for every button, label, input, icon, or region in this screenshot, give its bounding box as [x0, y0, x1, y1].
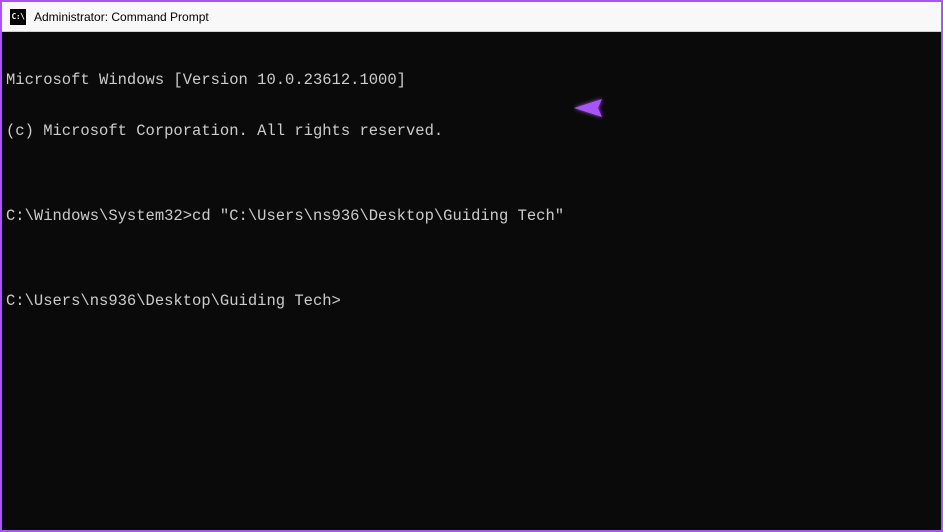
terminal-line: Microsoft Windows [Version 10.0.23612.10… [6, 72, 937, 89]
terminal-line: C:\Users\ns936\Desktop\Guiding Tech> [6, 293, 937, 310]
annotation-arrow-icon [574, 96, 934, 120]
terminal-line: C:\Windows\System32>cd "C:\Users\ns936\D… [6, 208, 937, 225]
window-title: Administrator: Command Prompt [34, 10, 209, 24]
terminal-area[interactable]: Microsoft Windows [Version 10.0.23612.10… [2, 32, 941, 530]
window-titlebar[interactable]: C:\ Administrator: Command Prompt [2, 2, 941, 32]
cmd-icon: C:\ [10, 9, 26, 25]
terminal-line: (c) Microsoft Corporation. All rights re… [6, 123, 937, 140]
